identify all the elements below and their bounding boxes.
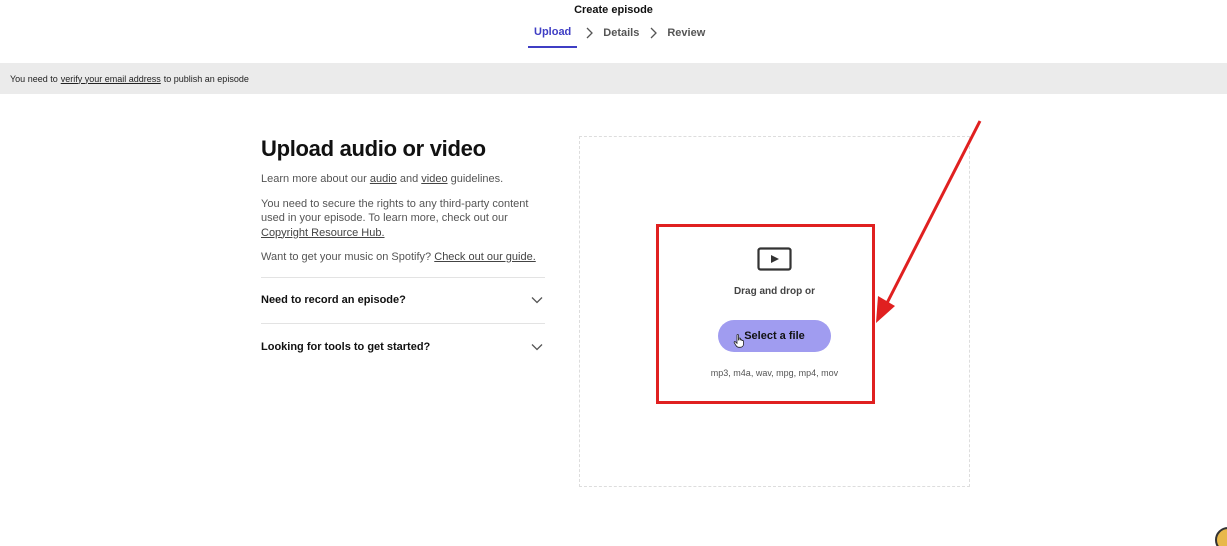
- step-tabs: Upload Details Review: [528, 26, 707, 48]
- upload-heading: Upload audio or video: [261, 136, 486, 161]
- avatar[interactable]: [1215, 527, 1227, 546]
- guidelines-suffix: guidelines.: [450, 173, 504, 185]
- help-accordion: Need to record an episode? Looking for t…: [261, 276, 545, 370]
- guidelines-and: and: [399, 173, 419, 185]
- tab-details[interactable]: Details: [601, 27, 641, 47]
- accordion-tools[interactable]: Looking for tools to get started?: [261, 324, 545, 370]
- banner-prefix: You need to: [10, 73, 58, 84]
- accordion-label: Looking for tools to get started?: [261, 340, 431, 353]
- banner-suffix: to publish an episode: [163, 73, 249, 84]
- accordion-label: Need to record an episode?: [261, 294, 406, 306]
- page-title: Create episode: [574, 4, 653, 16]
- chevron-down-icon: [531, 343, 543, 350]
- supported-formats: mp3, m4a, wav, mpg, mp4, mov: [710, 368, 839, 378]
- guidelines-text: Learn more about our audio and video gui…: [261, 172, 545, 187]
- video-guidelines-link[interactable]: video: [421, 173, 447, 185]
- copyright-hub-link[interactable]: Copyright Resource Hub.: [261, 227, 385, 239]
- chevron-right-icon: [581, 27, 597, 39]
- upload-info-column: Upload audio or video Learn more about o…: [261, 136, 545, 370]
- rights-body: You need to secure the rights to any thi…: [261, 197, 529, 225]
- guidelines-prefix: Learn more about our: [261, 173, 367, 185]
- verify-email-banner: You need to verify your email address to…: [0, 63, 1227, 94]
- chevron-down-icon: [531, 297, 543, 304]
- verify-email-link[interactable]: verify your email address: [61, 74, 161, 84]
- create-episode-page: Create episode Upload Details Review You…: [0, 0, 1227, 546]
- rights-text: You need to secure the rights to any thi…: [261, 197, 545, 241]
- music-guide-link[interactable]: Check out our guide.: [434, 251, 536, 263]
- music-text: Want to get your music on Spotify? Check…: [261, 250, 545, 265]
- music-body: Want to get your music on Spotify?: [261, 251, 432, 263]
- chevron-right-icon: [645, 27, 661, 39]
- audio-guidelines-link[interactable]: audio: [370, 173, 397, 185]
- accordion-record-episode[interactable]: Need to record an episode?: [261, 278, 545, 324]
- tab-upload[interactable]: Upload: [528, 26, 578, 48]
- hand-cursor-icon: [733, 334, 744, 348]
- video-play-icon: [757, 247, 792, 271]
- drag-drop-text: Drag and drop or: [733, 286, 816, 297]
- tab-review[interactable]: Review: [665, 27, 707, 47]
